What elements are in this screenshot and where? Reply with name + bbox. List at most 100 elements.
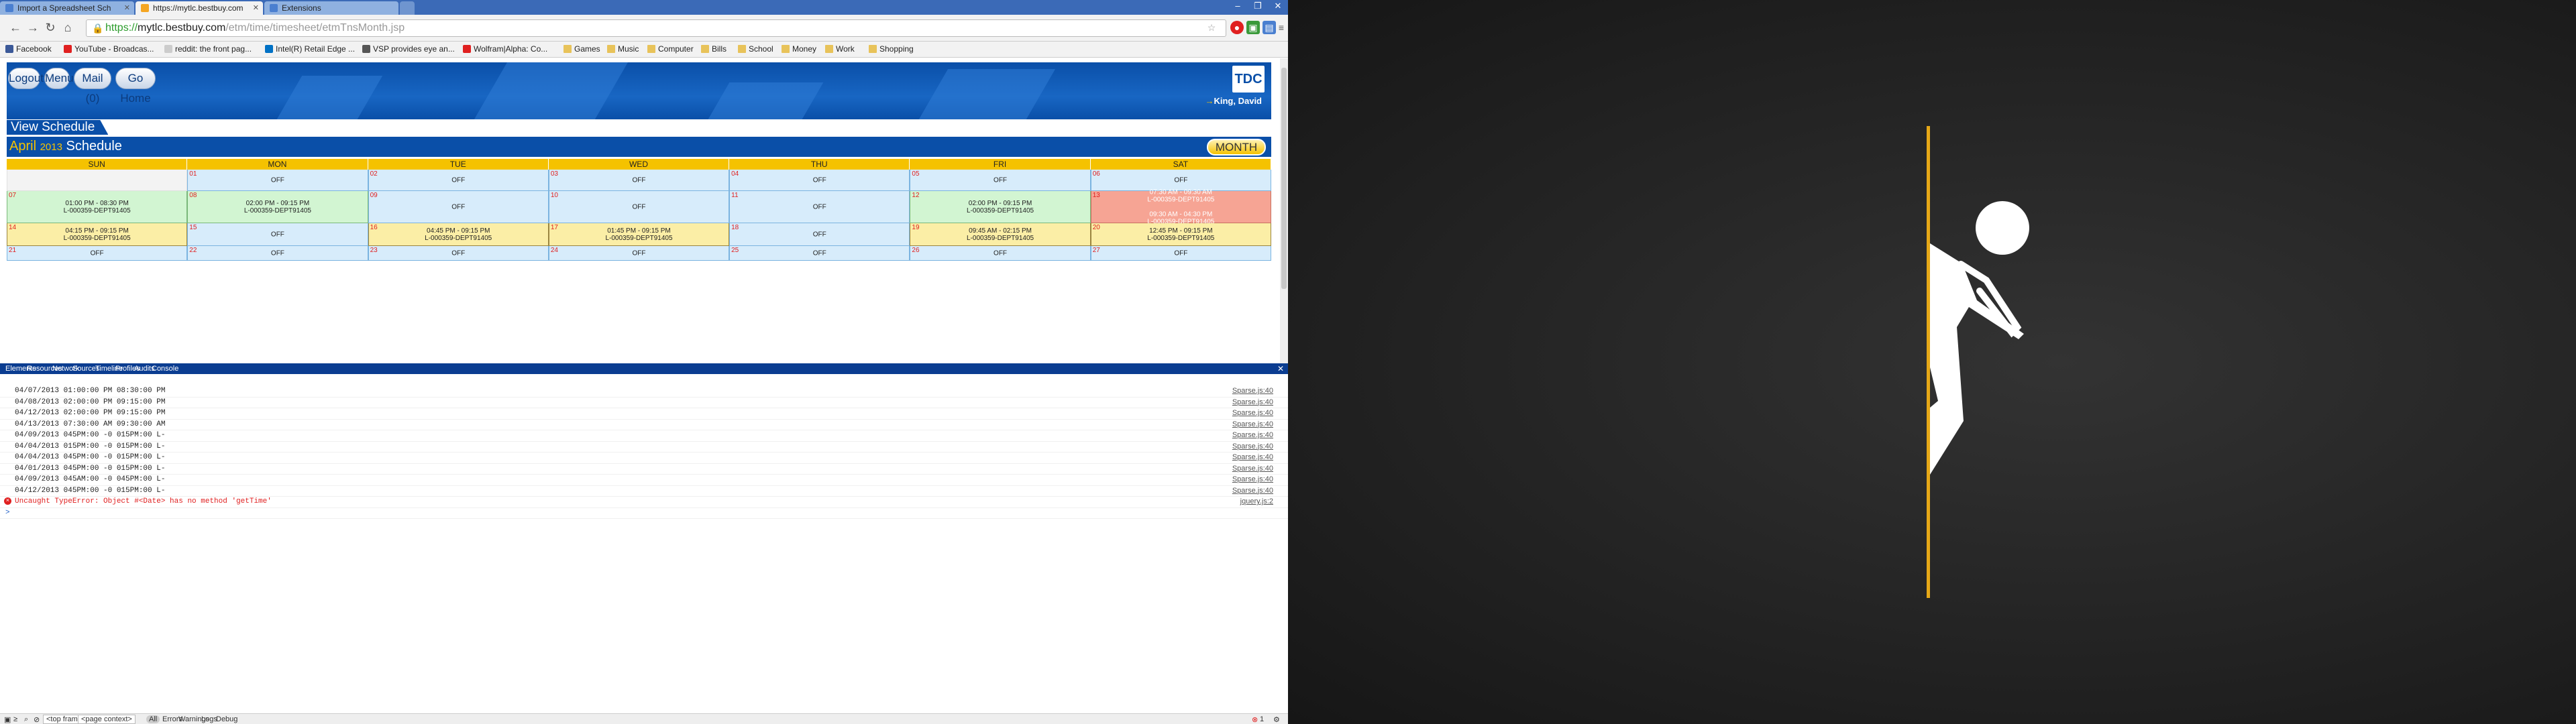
shift-text: 07:30 AM - 09:30 AM L-000359-DEPT91405 09… xyxy=(1091,188,1271,225)
tab-import-spreadsheet[interactable]: Import a Spreadsheet Sch ✕ xyxy=(0,1,134,15)
reload-icon[interactable]: ↻ xyxy=(43,20,58,35)
calendar-day-cell[interactable]: 14 04:15 PM - 09:15 PM L-000359-DEPT91405 xyxy=(7,223,188,246)
calendar-day-cell[interactable]: 15 OFF xyxy=(187,223,368,246)
close-window-icon[interactable]: ✕ xyxy=(1268,0,1288,13)
calendar-day-cell[interactable]: 13 07:30 AM - 09:30 AM L-000359-DEPT91405 … xyxy=(1090,188,1271,225)
filter-logs[interactable]: Logs xyxy=(201,715,217,723)
source-link[interactable]: Sparse.js:40 xyxy=(1232,420,1273,430)
calendar-day-cell[interactable]: 11 OFF xyxy=(729,191,910,223)
shift-line: 04:45 PM - 09:15 PM xyxy=(426,227,490,235)
go-home-button[interactable]: Go Home xyxy=(115,68,156,105)
bookmark-item[interactable]: School xyxy=(738,44,773,54)
month-view-button[interactable]: MONTH xyxy=(1207,139,1266,156)
bookmark-item[interactable]: Wolfram|Alpha: Co... xyxy=(463,44,547,54)
star-icon[interactable]: ☆ xyxy=(1205,21,1218,34)
bookmark-item[interactable]: Shopping xyxy=(869,44,914,54)
calendar-day-cell[interactable]: 09 OFF xyxy=(368,191,549,223)
forward-icon[interactable]: → xyxy=(25,20,40,35)
calendar-day-cell[interactable]: 17 01:45 PM - 09:15 PM L-000359-DEPT91405 xyxy=(548,223,730,246)
extension-stop-icon[interactable]: ● xyxy=(1230,21,1244,34)
bookmark-item[interactable]: Computer xyxy=(647,44,694,54)
calendar-day-cell[interactable]: 24 OFF xyxy=(548,246,730,261)
calendar-day-cell[interactable] xyxy=(7,170,188,191)
minimize-icon[interactable]: – xyxy=(1228,0,1248,13)
tab-close-icon[interactable]: ✕ xyxy=(253,3,259,12)
source-link[interactable]: Sparse.js:40 xyxy=(1232,442,1273,452)
calendar-day-cell[interactable]: 16 04:45 PM - 09:15 PM L-000359-DEPT91405 xyxy=(368,223,549,246)
calendar-day-cell[interactable]: 02 OFF xyxy=(368,170,549,191)
error-count-icon[interactable]: ⊗ xyxy=(1252,715,1258,724)
source-link[interactable]: Sparse.js:40 xyxy=(1232,398,1273,408)
address-bar[interactable]: 🔒 https://mytlc.bestbuy.com/etm/time/tim… xyxy=(86,19,1226,37)
bookmark-item[interactable]: YouTube - Broadcas... xyxy=(64,44,154,54)
calendar-day-cell[interactable]: 20 12:45 PM - 09:15 PM L-000359-DEPT91405 xyxy=(1090,223,1271,246)
bookmark-item[interactable]: Facebook xyxy=(5,44,52,54)
filter-debug[interactable]: Debug xyxy=(216,715,237,723)
shift-text: 09:45 AM - 02:15 PM L-000359-DEPT91405 xyxy=(910,227,1089,242)
console-prompt[interactable]: > xyxy=(0,508,1288,519)
source-link[interactable]: jquery.js:2 xyxy=(1240,497,1273,507)
calendar-day-cell[interactable]: 08 02:00 PM - 09:15 PM L-000359-DEPT91405 xyxy=(187,191,368,223)
calendar-day-cell[interactable]: 21 OFF xyxy=(7,246,188,261)
bookmark-label: Money xyxy=(792,44,817,54)
home-icon[interactable]: ⌂ xyxy=(60,20,75,35)
menu-icon[interactable]: ≡ xyxy=(1275,21,1288,34)
bookmark-item[interactable]: Music xyxy=(607,44,639,54)
calendar-day-cell[interactable]: 01 OFF xyxy=(187,170,368,191)
calendar-day-cell[interactable]: 19 09:45 AM - 02:15 PM L-000359-DEPT91405 xyxy=(910,223,1091,246)
calendar-week-row: 14 04:15 PM - 09:15 PM L-000359-DEPT91405 1… xyxy=(7,223,1271,246)
extension-green-icon[interactable]: ▣ xyxy=(1246,21,1260,34)
new-tab-button[interactable] xyxy=(400,1,415,15)
source-link[interactable]: Sparse.js:40 xyxy=(1232,475,1273,485)
source-link[interactable]: Sparse.js:40 xyxy=(1232,408,1273,418)
filter-all[interactable]: All xyxy=(146,715,160,723)
mail-button[interactable]: Mail (0) xyxy=(74,68,111,105)
console-drawer-icon[interactable]: ≥ xyxy=(13,715,17,723)
calendar-day-cell[interactable]: 03 OFF xyxy=(548,170,730,191)
calendar-day-cell[interactable]: 07 01:00 PM - 08:30 PM L-000359-DEPT91405 xyxy=(7,191,188,223)
shift-line: OFF xyxy=(994,176,1008,184)
source-link[interactable]: Sparse.js:40 xyxy=(1232,464,1273,474)
bookmark-item[interactable]: Bills xyxy=(701,44,727,54)
calendar-day-cell[interactable]: 26 OFF xyxy=(910,246,1091,261)
tab-close-icon[interactable]: ✕ xyxy=(124,3,130,12)
bookmark-item[interactable]: reddit: the front pag... xyxy=(164,44,252,54)
source-link[interactable]: Sparse.js:40 xyxy=(1232,430,1273,440)
calendar-day-cell[interactable]: 12 02:00 PM - 09:15 PM L-000359-DEPT91405 xyxy=(910,191,1091,223)
back-icon[interactable]: ← xyxy=(8,20,23,35)
settings-gear-icon[interactable]: ⚙ xyxy=(1273,715,1280,724)
source-link[interactable]: Sparse.js:40 xyxy=(1232,486,1273,496)
source-link[interactable]: Sparse.js:40 xyxy=(1232,452,1273,463)
calendar-day-cell[interactable]: 04 OFF xyxy=(729,170,910,191)
bookmark-item[interactable]: Money xyxy=(782,44,816,54)
logout-button[interactable]: Logout xyxy=(8,68,44,89)
calendar-day-cell[interactable]: 10 OFF xyxy=(548,191,730,223)
bookmark-item[interactable]: Intel(R) Retail Edge ... xyxy=(265,44,355,54)
shift-line: L-000359-DEPT91405 xyxy=(63,206,131,215)
calendar-day-cell[interactable]: 05 OFF xyxy=(910,170,1091,191)
calendar-day-cell[interactable]: 23 OFF xyxy=(368,246,549,261)
tab-extensions[interactable]: Extensions xyxy=(264,1,398,15)
log-text: 04/09/2013 045AM:00 -0 045PM:00 L- xyxy=(15,475,166,483)
calendar-day-cell[interactable]: 18 OFF xyxy=(729,223,910,246)
calendar-day-cell[interactable]: 25 OFF xyxy=(729,246,910,261)
bookmark-item[interactable]: Games xyxy=(564,44,600,54)
maximize-icon[interactable]: ❐ xyxy=(1248,0,1268,13)
search-icon[interactable]: ⌕ xyxy=(24,715,28,724)
page-scrollbar[interactable] xyxy=(1280,58,1288,363)
scrollbar-thumb[interactable] xyxy=(1281,68,1287,289)
calendar-day-cell[interactable]: 27 OFF xyxy=(1090,246,1271,261)
dock-icon[interactable]: ▣ xyxy=(4,715,11,724)
bookmark-item[interactable]: VSP provides eye an... xyxy=(362,44,455,54)
menu-button[interactable]: Menu xyxy=(44,68,74,89)
clear-console-icon[interactable]: ⊘ xyxy=(34,715,40,724)
source-link[interactable]: Sparse.js:40 xyxy=(1232,386,1273,396)
extension-blue-icon[interactable]: ▤ xyxy=(1263,21,1276,34)
context-select[interactable]: <page context> xyxy=(78,715,136,724)
calendar-day-cell[interactable]: 22 OFF xyxy=(187,246,368,261)
tab-mytlc[interactable]: https://mytlc.bestbuy.com ✕ xyxy=(136,1,263,15)
console-log-line: 04/09/2013 045AM:00 -0 045PM:00 L- Sparse… xyxy=(0,475,1288,486)
devtools-close-icon[interactable]: ✕ xyxy=(1277,364,1284,373)
bookmark-item[interactable]: Work xyxy=(825,44,855,54)
devtools-tab-console[interactable]: Console xyxy=(152,365,178,373)
